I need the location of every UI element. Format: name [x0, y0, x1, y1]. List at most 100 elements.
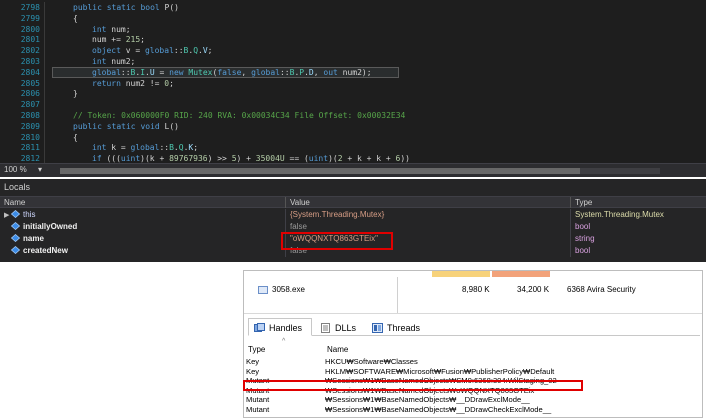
- code-token: false: [217, 67, 242, 77]
- code-line[interactable]: 2811 int k = global::B.Q.K;: [0, 142, 706, 154]
- code-token: =: [154, 67, 170, 77]
- code-text: return num2 != 0;: [92, 78, 174, 89]
- local-type: System.Threading.Mutex: [570, 209, 706, 221]
- code-token: bool: [140, 3, 165, 12]
- expand-arrow-icon[interactable]: ▶: [4, 210, 11, 221]
- tab-threads[interactable]: Threads: [366, 318, 428, 336]
- handles-icon: [254, 323, 265, 332]
- line-number: 2805: [20, 78, 40, 88]
- code-token: 89767936: [169, 154, 208, 163]
- code-editor[interactable]: 2798 public static bool P() 2799 {2800 int n…: [0, 0, 706, 163]
- handle-row[interactable]: Mutant ₩Sessions₩1₩BaseNamedObjects₩__DDr…: [246, 395, 700, 404]
- pane-splitter[interactable]: [244, 313, 702, 314]
- code-token: ::: [120, 67, 131, 77]
- code-token: num;: [111, 24, 131, 34]
- column-type[interactable]: Type: [248, 345, 265, 354]
- tab-dlls[interactable]: DLLs: [314, 318, 364, 336]
- local-name-cell: ▶ this: [0, 209, 285, 221]
- local-name: createdNew: [23, 246, 68, 255]
- code-line[interactable]: 2805 return num2 != 0;: [0, 77, 706, 89]
- scrollbar-thumb[interactable]: [60, 168, 580, 174]
- code-line[interactable]: 2802 object v = global::B.Q.V;: [0, 45, 706, 57]
- code-token: ) +: [236, 154, 256, 163]
- code-token: ,: [313, 67, 324, 77]
- line-number: 2800: [20, 24, 40, 34]
- code-line[interactable]: 2801 num += 215;: [0, 34, 706, 46]
- line-number: 2809: [20, 121, 40, 131]
- process-row[interactable]: 3058.exe 8,980 K 34,200 K 6368 Avira Sec…: [256, 283, 700, 297]
- column-type[interactable]: Type: [570, 197, 706, 208]
- handle-name: HKLM₩SOFTWARE₩Microsoft₩Fusion₩Publisher…: [325, 366, 555, 376]
- column-value[interactable]: Value: [285, 197, 570, 208]
- code-token: num2 !=: [125, 78, 165, 88]
- code-token: num2;: [111, 57, 136, 66]
- code-line[interactable]: 2803 int num2;: [0, 56, 706, 67]
- code-line[interactable]: 2800 int num;: [0, 23, 706, 35]
- local-value[interactable]: {System.Threading.Mutex}: [285, 209, 570, 221]
- code-text: // Token: 0x060000F0 RID: 240 RVA: 0x000…: [73, 110, 405, 121]
- column-name[interactable]: Name: [327, 345, 348, 354]
- local-type: string: [570, 233, 706, 245]
- handle-type: Mutant: [246, 395, 270, 404]
- tab-label: Handles: [269, 323, 303, 333]
- tab-handles[interactable]: Handles: [248, 318, 312, 336]
- code-token: v =: [125, 46, 145, 56]
- code-token: 35004U: [255, 154, 285, 163]
- code-line[interactable]: 2804 global::B.I.U = new Mutex(false, glo…: [0, 66, 706, 78]
- handle-name: ₩Sessions₩1₩BaseNamedObjects₩__DDrawExcl…: [325, 395, 530, 404]
- line-number: 2811: [20, 143, 40, 153]
- code-token: uint: [120, 154, 141, 163]
- pid-description: 6368 Avira Security: [567, 285, 636, 294]
- variable-icon: [11, 210, 20, 218]
- code-line[interactable]: 2799 {: [0, 12, 706, 24]
- code-token: L(): [164, 121, 179, 131]
- zoom-level[interactable]: 100 %: [4, 165, 27, 174]
- gutter-guide: [44, 34, 45, 46]
- tab-label: DLLs: [335, 323, 357, 333]
- line-number: 2799: [20, 13, 40, 23]
- local-name: name: [23, 234, 44, 243]
- code-token: ;: [140, 35, 145, 45]
- code-token: k =: [111, 143, 131, 153]
- line-number: 2798: [20, 3, 40, 12]
- gutter-guide: [44, 45, 45, 57]
- code-line[interactable]: 2808 // Token: 0x060000F0 RID: 240 RVA: 0…: [0, 110, 706, 121]
- zoom-dropdown-icon[interactable]: ▾: [38, 165, 42, 174]
- horizontal-scrollbar[interactable]: [60, 168, 660, 174]
- locals-row-this[interactable]: ▶ this {System.Threading.Mutex} System.Thre…: [0, 209, 706, 221]
- handle-row[interactable]: Key HKCU₩Software₩Classes: [246, 357, 700, 366]
- code-line[interactable]: 2809 public static void L(): [0, 120, 706, 132]
- column-name[interactable]: Name: [0, 197, 285, 208]
- line-number: 2807: [20, 100, 40, 110]
- code-line[interactable]: 2806}: [0, 88, 706, 100]
- line-number: 2804: [20, 67, 40, 77]
- code-token: P(): [164, 3, 179, 12]
- code-token: global: [92, 67, 121, 77]
- code-token: + k + k +: [342, 154, 396, 163]
- process-name: 3058.exe: [272, 285, 305, 294]
- code-token: num +=: [92, 35, 126, 45]
- gutter-guide: [44, 77, 45, 89]
- locals-title: Locals: [4, 182, 31, 192]
- handles-list: ^ Type Name Key HKCU₩Software₩Classes Key H…: [246, 338, 700, 417]
- code-token: return: [92, 78, 126, 88]
- local-type: bool: [570, 245, 706, 257]
- sort-ascending-icon: ^: [282, 338, 286, 345]
- gutter-guide: [44, 23, 45, 35]
- code-line[interactable]: 2798 public static bool P(): [0, 2, 706, 13]
- code-text: if (((uint)(k + 89767936) >> 5) + 35004U…: [92, 153, 410, 163]
- variable-icon: [11, 234, 20, 242]
- code-token: )(k +: [140, 154, 170, 163]
- code-token: int: [92, 57, 112, 66]
- code-line[interactable]: 2812 if (((uint)(k + 89767936) >> 5) + 35…: [0, 153, 706, 163]
- code-line[interactable]: 2810 {: [0, 131, 706, 143]
- code-token: )(: [328, 154, 338, 163]
- code-token: global: [251, 67, 280, 77]
- handle-row[interactable]: Key HKLM₩SOFTWARE₩Microsoft₩Fusion₩Publis…: [246, 367, 700, 376]
- code-token: ::: [173, 46, 184, 56]
- code-line[interactable]: 2807: [0, 99, 706, 111]
- handle-type: Key: [246, 357, 260, 366]
- handle-row[interactable]: Mutant ₩Sessions₩1₩BaseNamedObjects₩__DDr…: [246, 405, 700, 414]
- code-token: )): [400, 154, 410, 163]
- code-token: uint: [308, 154, 329, 163]
